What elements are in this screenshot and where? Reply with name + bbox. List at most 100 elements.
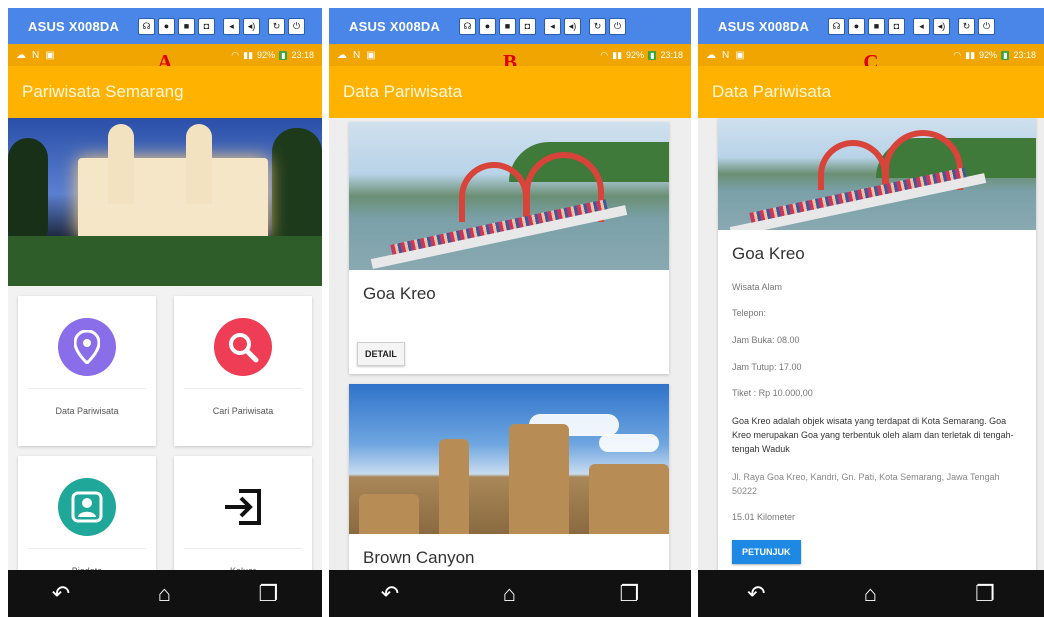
directions-button[interactable]: PETUNJUK	[732, 540, 801, 564]
headset-icon[interactable]: ☊	[459, 17, 476, 35]
battery-percent: 92%	[257, 50, 276, 60]
android-nav-bar: ↶ ⌂ ❐	[8, 570, 322, 617]
device-buttons-group: ☊ ● ■ ◘	[828, 17, 905, 35]
hero-trees-left	[8, 138, 48, 248]
rotate-icon[interactable]: ↻	[958, 17, 975, 35]
hero-image-lawang-sewu	[8, 118, 322, 286]
menu-tile-cari-pariwisata[interactable]: Cari Pariwisata	[174, 296, 312, 446]
card-title: Brown Canyon	[363, 548, 475, 567]
clock: 23:18	[1013, 50, 1036, 60]
detail-distance: 15.01 Kilometer	[732, 512, 796, 522]
phone-screen-b: ASUS X008DA ☊ ● ■ ◘ ◂ ◂) ↻ ⏻ ☁ N ▣ ◠ ▮▮ …	[329, 8, 691, 617]
device-toolbar: ASUS X008DA ☊ ● ■ ◘ ◂ ◂) ↻ ⏻	[329, 8, 691, 44]
goa-kreo-photo	[718, 118, 1036, 230]
recents-icon[interactable]: ❐	[975, 582, 995, 605]
volume-up-icon[interactable]: ◂)	[243, 17, 260, 35]
tourism-card-goa-kreo[interactable]: Goa Kreo DETAIL	[349, 122, 669, 374]
detail-description: Goa Kreo adalah objek wisata yang terdap…	[732, 416, 1014, 454]
message-icon: ▣	[45, 49, 55, 61]
gear-icon[interactable]: ●	[158, 17, 175, 35]
app-title: Data Pariwisata	[343, 82, 463, 101]
notification-icons: ☁ N ▣	[706, 50, 745, 61]
gear-icon[interactable]: ●	[479, 17, 496, 35]
rotate-icon[interactable]: ↻	[268, 17, 285, 35]
canyon-rock	[589, 464, 669, 534]
home-icon[interactable]: ⌂	[503, 582, 516, 605]
tile-divider	[184, 548, 302, 549]
video-icon[interactable]: ■	[499, 17, 516, 35]
home-icon[interactable]: ⌂	[864, 582, 877, 605]
logout-icon	[214, 478, 272, 536]
menu-tile-biodata[interactable]: Biodata	[18, 456, 156, 576]
camera-icon[interactable]: ◘	[888, 17, 905, 35]
device-toolbar: ASUS X008DA ☊ ● ■ ◘ ◂ ◂) ↻ ⏻	[698, 8, 1044, 44]
detail-card: Goa Kreo Wisata Alam Telepon: Jam Buka: …	[718, 118, 1036, 570]
detail-button[interactable]: DETAIL	[357, 342, 405, 366]
profile-icon	[58, 478, 116, 536]
app-bar: Data Pariwisata	[698, 66, 1044, 118]
device-buttons-group: ☊ ● ■ ◘	[459, 17, 536, 35]
device-power-group: ↻ ⏻	[268, 17, 305, 35]
device-volume-group: ◂ ◂)	[913, 17, 950, 35]
menu-tile-keluar[interactable]: Keluar	[174, 456, 312, 576]
canyon-rock	[439, 439, 469, 534]
device-toolbar: ASUS X008DA ☊ ● ■ ◘ ◂ ◂) ↻ ⏻	[8, 8, 322, 44]
headset-icon[interactable]: ☊	[828, 17, 845, 35]
volume-down-icon[interactable]: ◂	[913, 17, 930, 35]
app-title: Pariwisata Semarang	[22, 82, 184, 101]
menu-tile-data-pariwisata[interactable]: Data Pariwisata	[18, 296, 156, 446]
tile-divider	[28, 388, 146, 389]
volume-up-icon[interactable]: ◂)	[564, 17, 581, 35]
camera-icon[interactable]: ◘	[519, 17, 536, 35]
back-icon[interactable]: ↶	[747, 582, 765, 605]
headset-icon[interactable]: ☊	[138, 17, 155, 35]
device-volume-group: ◂ ◂)	[223, 17, 260, 35]
detail-ticket: Tiket : Rp 10.000,00	[732, 388, 813, 398]
signal-icon: ▮▮	[965, 49, 976, 60]
message-icon: ▣	[366, 49, 376, 61]
battery-icon: ▮	[279, 50, 288, 60]
phone-screen-a: ASUS X008DA ☊ ● ■ ◘ ◂ ◂) ↻ ⏻ ☁ N ▣ ◠ ▮▮ …	[8, 8, 322, 617]
device-name: ASUS X008DA	[349, 18, 441, 34]
battery-icon: ▮	[648, 50, 657, 60]
video-icon[interactable]: ■	[178, 17, 195, 35]
brown-canyon-photo	[349, 384, 669, 534]
power-icon[interactable]: ⏻	[288, 17, 305, 35]
tile-divider	[28, 548, 146, 549]
home-icon[interactable]: ⌂	[158, 582, 171, 605]
canyon-rock	[359, 494, 419, 534]
n-icon: N	[353, 49, 361, 61]
rotate-icon[interactable]: ↻	[589, 17, 606, 35]
status-right: ◠ ▮▮ 92% ▮ 23:18	[231, 50, 314, 61]
menu-label: Cari Pariwisata	[212, 406, 274, 416]
battery-icon: ▮	[1001, 50, 1010, 60]
power-icon[interactable]: ⏻	[978, 17, 995, 35]
camera-icon[interactable]: ◘	[198, 17, 215, 35]
detail-phone: Telepon:	[732, 308, 767, 318]
n-icon: N	[722, 49, 730, 61]
n-icon: N	[32, 49, 40, 61]
tourism-card-brown-canyon[interactable]: Brown Canyon	[349, 384, 669, 570]
back-icon[interactable]: ↶	[381, 582, 399, 605]
goa-kreo-photo	[349, 122, 669, 270]
volume-down-icon[interactable]: ◂	[544, 17, 561, 35]
notification-icons: ☁ N ▣	[16, 50, 55, 61]
recents-icon[interactable]: ❐	[619, 582, 639, 605]
phone-screen-c: ASUS X008DA ☊ ● ■ ◘ ◂ ◂) ↻ ⏻ ☁ N ▣ ◠ ▮▮ …	[698, 8, 1044, 617]
map-pin-icon	[58, 318, 116, 376]
video-icon[interactable]: ■	[868, 17, 885, 35]
battery-percent: 92%	[626, 50, 645, 60]
card-title: Goa Kreo	[363, 284, 436, 303]
cloud-icon: ☁	[706, 49, 716, 61]
gear-icon[interactable]: ●	[848, 17, 865, 35]
recents-icon[interactable]: ❐	[258, 582, 278, 605]
back-icon[interactable]: ↶	[52, 582, 70, 605]
app-title: Data Pariwisata	[712, 82, 832, 101]
volume-up-icon[interactable]: ◂)	[933, 17, 950, 35]
volume-down-icon[interactable]: ◂	[223, 17, 240, 35]
detail-open-hours: Jam Buka: 08.00	[732, 335, 800, 345]
cloud-icon: ☁	[337, 49, 347, 61]
power-icon[interactable]: ⏻	[609, 17, 626, 35]
status-right: ◠ ▮▮ 92% ▮ 23:18	[600, 50, 683, 61]
hero-lawn	[8, 236, 322, 286]
